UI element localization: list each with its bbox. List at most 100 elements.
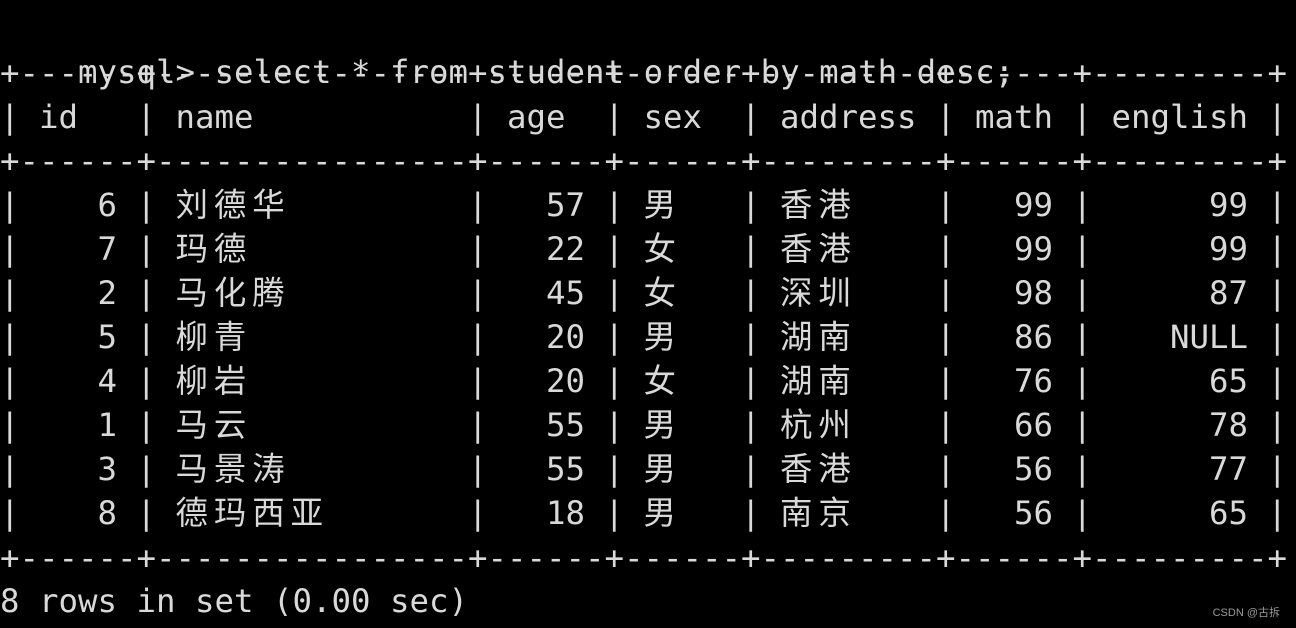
cell-address: 湖南 <box>780 318 857 356</box>
column-separator: | <box>741 274 761 312</box>
column-separator: | <box>1072 318 1093 356</box>
cell-address: 杭州 <box>780 406 857 444</box>
column-separator: | <box>741 494 761 532</box>
column-separator: | <box>468 450 488 488</box>
column-header-address: address <box>780 98 917 136</box>
cell-age: 22 <box>545 230 585 268</box>
column-separator: | <box>0 362 20 400</box>
cell-age: 20 <box>545 318 585 356</box>
column-separator: | <box>468 98 488 136</box>
column-separator: | <box>604 450 625 488</box>
column-separator: | <box>604 494 625 532</box>
cell-sex: 男 <box>643 318 682 356</box>
column-separator: | <box>136 362 157 400</box>
column-separator: | <box>741 406 761 444</box>
column-separator: | <box>741 450 761 488</box>
column-separator: | <box>136 318 157 356</box>
column-header-id: id <box>39 98 79 136</box>
column-separator: | <box>1267 362 1288 400</box>
column-separator: | <box>1267 318 1288 356</box>
column-header-sex: sex <box>643 98 703 136</box>
column-separator: | <box>936 98 956 136</box>
cell-address: 湖南 <box>780 362 857 400</box>
column-separator: | <box>0 494 20 532</box>
column-separator: | <box>1072 186 1093 224</box>
column-separator: | <box>741 98 761 136</box>
column-separator: | <box>1267 494 1288 532</box>
column-header-english: english <box>1111 98 1249 136</box>
column-separator: | <box>136 450 157 488</box>
cell-age: 18 <box>545 494 585 532</box>
cell-name: 马景涛 <box>175 450 291 488</box>
cell-id: 4 <box>97 362 117 400</box>
cell-address: 南京 <box>780 494 857 532</box>
column-separator: | <box>1072 98 1093 136</box>
cell-math: 56 <box>1013 494 1053 532</box>
cell-sex: 男 <box>643 494 682 532</box>
column-separator: | <box>1072 494 1093 532</box>
column-separator: | <box>1072 274 1093 312</box>
cell-name: 玛德 <box>175 230 253 268</box>
column-separator: | <box>604 186 625 224</box>
column-separator: | <box>936 362 956 400</box>
column-separator: | <box>136 494 157 532</box>
column-separator: | <box>741 230 761 268</box>
cell-id: 7 <box>97 230 117 268</box>
cell-english: 77 <box>1208 450 1248 488</box>
column-separator: | <box>468 318 488 356</box>
cell-id: 1 <box>97 406 117 444</box>
table-border-bottom: +------+----------------+------+------+-… <box>0 539 1288 577</box>
cell-address: 香港 <box>780 450 857 488</box>
column-separator: | <box>468 494 488 532</box>
cell-english: 78 <box>1208 406 1248 444</box>
column-separator: | <box>1072 230 1093 268</box>
cell-address: 香港 <box>780 230 857 268</box>
column-separator: | <box>468 186 488 224</box>
column-separator: | <box>1267 98 1288 136</box>
cell-name: 柳青 <box>175 318 253 356</box>
column-separator: | <box>1267 406 1288 444</box>
column-separator: | <box>936 494 956 532</box>
cell-english: 87 <box>1208 274 1248 312</box>
column-separator: | <box>936 230 956 268</box>
result-summary: 8 rows in set (0.00 sec) <box>0 582 469 620</box>
table-border-header: +------+----------------+------+------+-… <box>0 142 1288 180</box>
cell-english: 65 <box>1208 494 1248 532</box>
cell-age: 55 <box>545 406 585 444</box>
column-separator: | <box>0 98 20 136</box>
column-separator: | <box>468 406 488 444</box>
cell-sex: 女 <box>643 274 682 312</box>
cell-id: 5 <box>97 318 117 356</box>
cell-age: 45 <box>545 274 585 312</box>
cell-age: 20 <box>545 362 585 400</box>
column-separator: | <box>1267 230 1288 268</box>
cell-math: 86 <box>1013 318 1053 356</box>
cell-address: 香港 <box>780 186 857 224</box>
cell-name: 马化腾 <box>175 274 291 312</box>
cell-math: 99 <box>1013 186 1053 224</box>
column-separator: | <box>936 318 956 356</box>
cell-age: 55 <box>545 450 585 488</box>
column-separator: | <box>136 406 157 444</box>
column-separator: | <box>1267 274 1288 312</box>
column-separator: | <box>936 186 956 224</box>
cell-english: 99 <box>1208 230 1248 268</box>
column-separator: | <box>936 274 956 312</box>
watermark: CSDN @古拆 <box>1212 607 1280 619</box>
cell-name: 刘德华 <box>175 186 291 224</box>
cell-sex: 男 <box>643 450 682 488</box>
column-separator: | <box>1072 362 1093 400</box>
column-separator: | <box>136 274 157 312</box>
cell-sex: 男 <box>643 186 682 224</box>
cell-id: 2 <box>97 274 117 312</box>
column-separator: | <box>1267 450 1288 488</box>
cell-address: 深圳 <box>780 274 857 312</box>
column-separator: | <box>604 362 625 400</box>
column-separator: | <box>604 98 625 136</box>
table-border-top: +------+----------------+------+------+-… <box>0 54 1288 92</box>
column-separator: | <box>0 450 20 488</box>
column-separator: | <box>136 230 157 268</box>
column-separator: | <box>1072 406 1093 444</box>
cell-math: 98 <box>1013 274 1053 312</box>
cell-english: 65 <box>1208 362 1248 400</box>
